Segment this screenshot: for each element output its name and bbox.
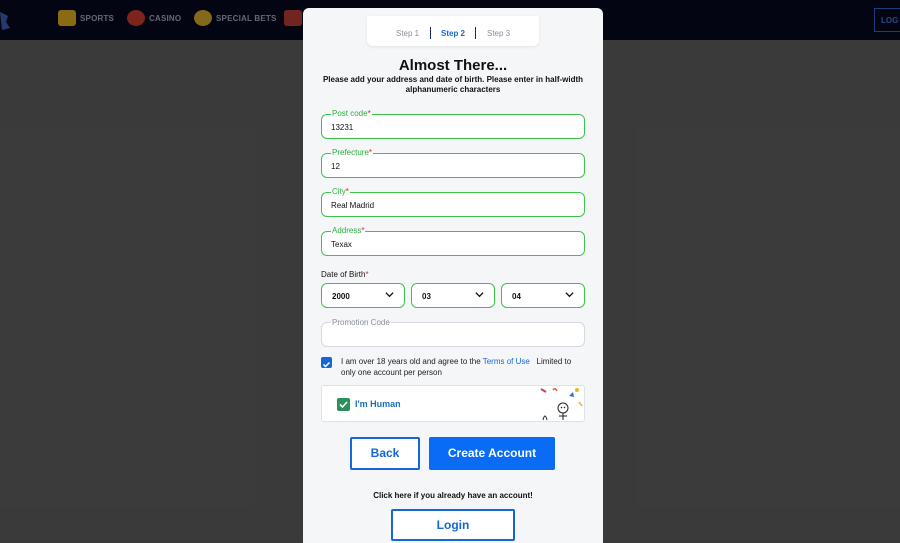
required-mark: * [368,148,373,157]
required-mark: * [367,109,371,118]
birth-month-select[interactable]: 03 [411,283,495,308]
step-indicator: Step 1 Step 2 Step 3 [367,16,539,46]
birth-year-value: 2000 [332,292,350,301]
step-3: Step 3 [487,29,511,38]
login-button[interactable]: Login [391,509,515,541]
checkmark-icon [339,401,348,409]
chevron-down-icon [565,292,574,298]
city-label: City* [331,187,350,196]
terms-checkbox[interactable] [321,357,332,368]
post-code-field[interactable]: Post code* 13231 [321,109,585,139]
registration-modal: Step 1 Step 2 Step 3 Almost There... Ple… [303,8,603,543]
prefecture-field[interactable]: Prefecture* 12 [321,148,585,178]
step-divider [475,27,476,39]
checkmark-icon [322,361,331,368]
back-button[interactable]: Back [350,437,420,470]
promotion-code-placeholder: Promotion Code [331,318,391,327]
terms-text: I am over 18 years old and agree to the … [341,357,572,377]
existing-account-text: Click here if you already have an accoun… [373,491,533,500]
post-code-label: Post code* [331,109,372,118]
form-subtitle: Please add your address and date of birt… [322,75,584,94]
step-1: Step 1 [396,29,420,38]
prefecture-label: Prefecture* [331,148,374,157]
step-divider [430,27,431,39]
address-value: Texax [331,240,352,249]
create-account-button[interactable]: Create Account [429,437,555,470]
required-mark: * [365,270,369,279]
step-2: Step 2 [441,29,466,38]
human-checkbox[interactable] [337,398,350,411]
birth-year-select[interactable]: 2000 [321,283,405,308]
birth-month-value: 03 [422,292,431,301]
prefecture-value: 12 [331,162,340,171]
terms-of-use-link[interactable]: Terms of Use [483,357,530,366]
captcha-illustration-icon [540,387,583,421]
date-of-birth-label: Date of Birth* [321,270,369,279]
address-label: Address* [331,226,366,235]
city-value: Real Madrid [331,201,375,210]
human-checkbox-label: I'm Human [355,399,401,409]
birth-day-select[interactable]: 04 [501,283,585,308]
chevron-down-icon [475,292,484,298]
human-verification-widget: I'm Human [321,385,585,422]
form-title: Almost There... [398,57,508,74]
city-field[interactable]: City* Real Madrid [321,187,585,217]
post-code-value: 13231 [331,123,354,132]
required-mark: * [361,226,365,235]
promotion-code-input[interactable]: Promotion Code [321,318,585,347]
chevron-down-icon [385,292,394,298]
birth-day-value: 04 [512,292,521,301]
address-field[interactable]: Address* Texax [321,226,585,256]
required-mark: * [345,187,349,196]
